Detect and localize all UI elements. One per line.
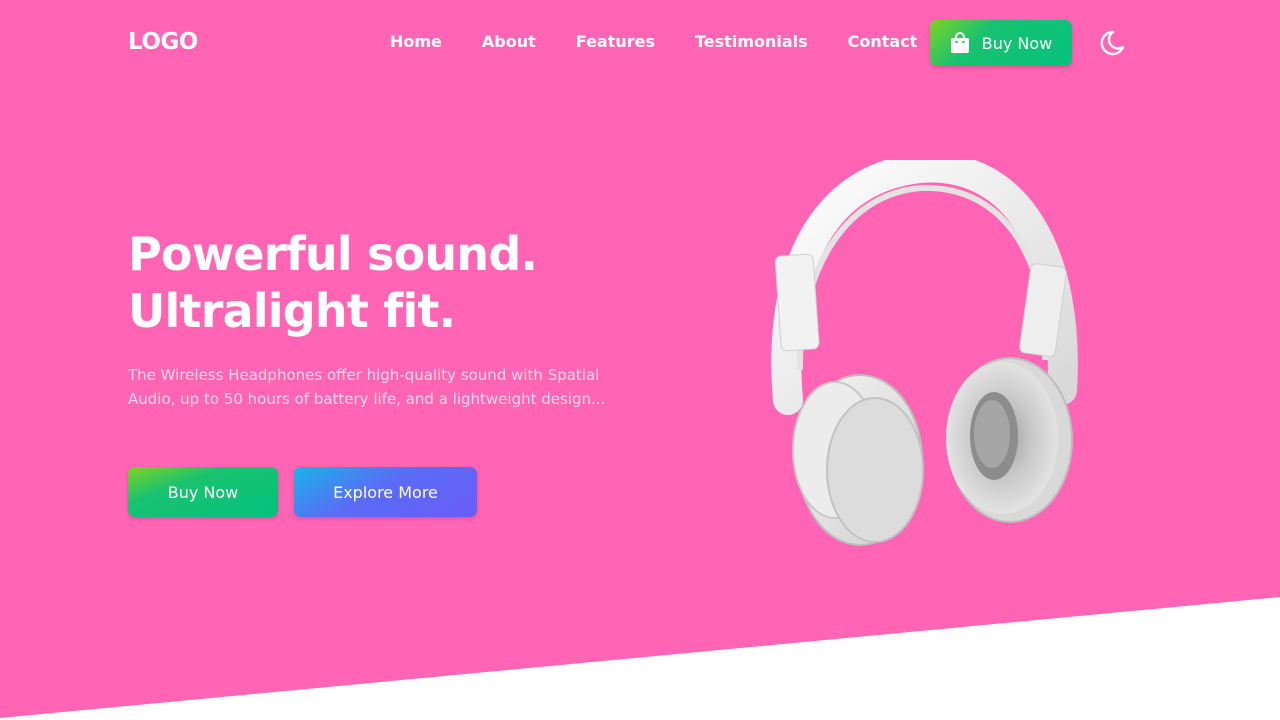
- nav-home[interactable]: Home: [390, 32, 442, 52]
- hero-buy-now-button[interactable]: Buy Now: [128, 467, 278, 517]
- headline-line-1: Powerful sound.: [128, 227, 538, 281]
- main-nav: Home About Features Testimonials Contact: [390, 32, 917, 52]
- hero-headline: Powerful sound. Ultralight fit.: [128, 226, 538, 340]
- header-buy-now-label: Buy Now: [981, 33, 1053, 53]
- site-header: LOGO Home About Features Testimonials Co…: [0, 0, 1280, 86]
- nav-about[interactable]: About: [482, 32, 536, 52]
- explore-more-button[interactable]: Explore More: [294, 467, 477, 517]
- logo[interactable]: LOGO: [128, 29, 198, 55]
- headline-line-2: Ultralight fit.: [128, 284, 456, 338]
- shopping-bag-icon: [950, 32, 969, 53]
- header-buy-now-button[interactable]: Buy Now: [930, 20, 1072, 66]
- moon-icon[interactable]: [1097, 28, 1127, 58]
- hero-description: The Wireless Headphones offer high-quali…: [128, 366, 606, 408]
- nav-contact[interactable]: Contact: [848, 32, 918, 52]
- headphones-image: [771, 160, 1078, 546]
- nav-features[interactable]: Features: [576, 32, 655, 52]
- nav-testimonials[interactable]: Testimonials: [695, 32, 808, 52]
